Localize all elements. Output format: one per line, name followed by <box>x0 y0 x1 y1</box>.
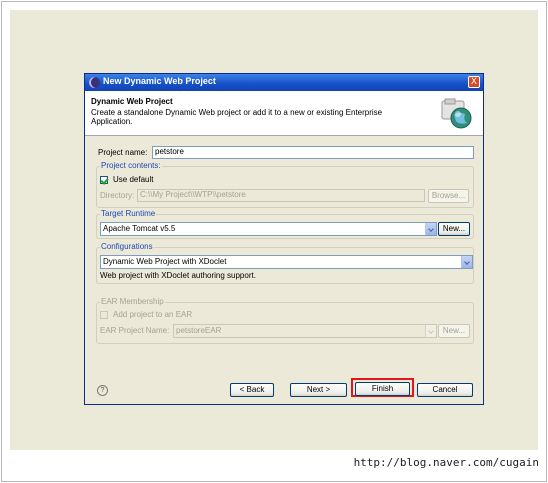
add-to-ear-label[interactable]: Add project to an EAR <box>113 310 192 319</box>
project-name-field[interactable]: petstore <box>152 146 474 159</box>
directory-label: Directory: <box>100 191 135 200</box>
wizard-page-description: Create a standalone Dynamic Web project … <box>91 108 383 126</box>
target-runtime-dropdown[interactable]: Apache Tomcat v5.5 <box>100 222 437 236</box>
window-title: New Dynamic Web Project <box>103 76 216 86</box>
globe-wizard-icon <box>441 98 472 129</box>
next-button[interactable]: Next > <box>290 383 347 397</box>
ear-project-name-label: EAR Project Name: <box>100 326 170 335</box>
wizard-header: Dynamic Web Project Create a standalone … <box>85 91 483 136</box>
project-contents-label: Project contents: <box>100 161 162 170</box>
ear-project-value: petstoreEAR <box>176 326 222 335</box>
project-name-label: Project name: <box>98 148 148 157</box>
target-runtime-value: Apache Tomcat v5.5 <box>103 224 176 233</box>
configurations-value: Dynamic Web Project with XDoclet <box>103 257 227 266</box>
add-to-ear-checkbox[interactable] <box>100 311 108 319</box>
ear-membership-label: EAR Membership <box>100 297 165 306</box>
wizard-page-title: Dynamic Web Project <box>91 97 173 106</box>
target-runtime-label: Target Runtime <box>100 209 157 218</box>
new-ear-button[interactable]: New... <box>438 324 470 338</box>
blog-url-watermark: http://blog.naver.com/cugain <box>353 456 539 469</box>
directory-field[interactable]: C:\\My Project\\WTP\\petstore <box>137 189 425 202</box>
browse-button[interactable]: Browse... <box>428 189 469 203</box>
chevron-down-icon[interactable] <box>461 256 472 268</box>
chevron-down-icon[interactable] <box>425 325 436 337</box>
use-default-label[interactable]: Use default <box>113 175 153 184</box>
use-default-checkbox[interactable] <box>100 176 108 184</box>
title-bar[interactable]: New Dynamic Web Project X <box>85 74 483 91</box>
back-button[interactable]: < Back <box>230 383 274 397</box>
ear-project-dropdown[interactable]: petstoreEAR <box>173 324 437 338</box>
eclipse-icon <box>89 77 100 88</box>
close-button[interactable]: X <box>468 76 480 88</box>
cancel-button[interactable]: Cancel <box>417 383 473 397</box>
help-icon[interactable]: ? <box>97 385 108 396</box>
configuration-description: Web project with XDoclet authoring suppo… <box>100 271 256 280</box>
finish-button[interactable]: Finish <box>355 382 410 396</box>
new-runtime-button[interactable]: New... <box>438 222 470 236</box>
new-dynamic-web-project-dialog: New Dynamic Web Project X Dynamic Web Pr… <box>84 73 484 405</box>
configurations-dropdown[interactable]: Dynamic Web Project with XDoclet <box>100 255 473 269</box>
configurations-label: Configurations <box>100 242 154 251</box>
chevron-down-icon[interactable] <box>425 223 436 235</box>
